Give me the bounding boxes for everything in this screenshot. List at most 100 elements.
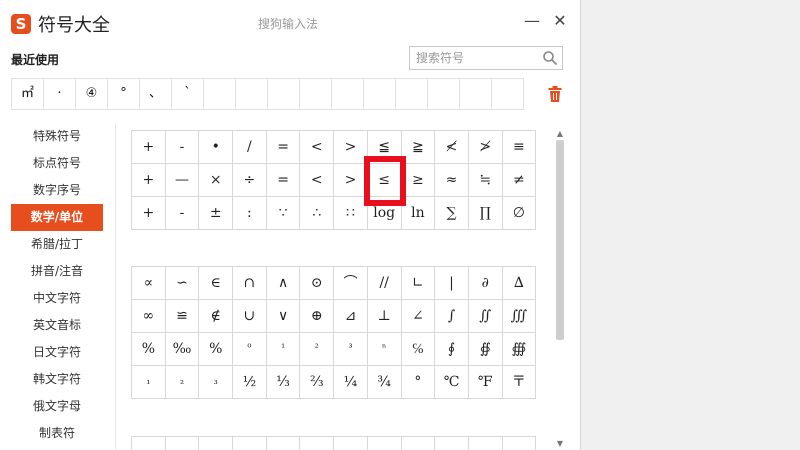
symbol-cell[interactable]: ⅔ — [300, 366, 335, 399]
recent-symbol-cell[interactable]: · — [43, 78, 76, 110]
sidebar-item-3[interactable]: 数字序号 — [11, 177, 103, 204]
symbol-cell[interactable]: ⊿ — [334, 300, 368, 333]
recent-symbol-cell[interactable] — [491, 78, 524, 110]
symbol-cell[interactable]: ∠ — [401, 300, 436, 333]
symbol-cell[interactable] — [334, 437, 368, 450]
symbol-cell[interactable]: % — [199, 333, 234, 366]
sidebar-item-1[interactable]: 特殊符号 — [11, 123, 103, 150]
symbol-cell[interactable]: ⁰ — [233, 333, 267, 366]
sidebar-item-10[interactable]: 韩文字符 — [11, 366, 103, 393]
symbol-cell[interactable]: ² — [300, 333, 335, 366]
symbol-cell[interactable] — [435, 437, 469, 450]
sidebar-item-7[interactable]: 中文字符 — [11, 285, 103, 312]
symbol-cell[interactable]: < — [300, 131, 335, 164]
symbol-cell[interactable]: > — [334, 131, 368, 164]
symbol-cell[interactable]: : — [233, 197, 267, 230]
symbol-cell[interactable] — [132, 437, 166, 450]
search-input[interactable] — [416, 50, 534, 66]
symbol-cell[interactable]: ∽ — [165, 267, 200, 300]
symbol-cell[interactable]: ∰ — [502, 333, 537, 366]
recent-symbol-cell[interactable]: ° — [107, 78, 140, 110]
recent-symbol-cell[interactable]: ㎡ — [11, 78, 44, 110]
scroll-up-arrow-icon[interactable]: ▲ — [554, 128, 566, 140]
symbol-cell[interactable]: ⁿ — [367, 333, 402, 366]
recent-symbol-cell[interactable] — [363, 78, 396, 110]
symbol-cell[interactable]: ∅ — [502, 197, 537, 230]
sidebar-item-9[interactable]: 日文字符 — [11, 339, 103, 366]
symbol-cell[interactable]: ℃ — [435, 366, 469, 399]
symbol-cell[interactable]: ∪ — [233, 300, 267, 333]
sidebar-item-4[interactable]: 数学/单位 — [11, 204, 103, 231]
close-button[interactable]: ✕ — [551, 12, 569, 30]
symbol-cell[interactable]: + — [132, 197, 166, 230]
symbol-cell[interactable]: × — [199, 164, 234, 197]
search-icon[interactable] — [542, 50, 558, 66]
symbol-cell[interactable] — [468, 437, 503, 450]
symbol-cell[interactable]: ∞ — [132, 300, 166, 333]
symbol-cell[interactable]: ≤ — [367, 164, 402, 197]
recent-symbol-cell[interactable] — [331, 78, 364, 110]
symbol-cell[interactable]: ∯ — [468, 333, 503, 366]
symbol-cell[interactable]: ∴ — [300, 197, 335, 230]
symbol-cell[interactable]: ⊕ — [300, 300, 335, 333]
scrollbar-thumb[interactable] — [556, 140, 564, 340]
symbol-cell[interactable]: ln — [401, 197, 436, 230]
symbol-cell[interactable]: ⅓ — [266, 366, 301, 399]
symbol-cell[interactable]: ÷ — [233, 164, 267, 197]
symbol-cell[interactable]: ¹ — [266, 333, 301, 366]
recent-symbol-cell[interactable] — [203, 78, 236, 110]
symbol-cell[interactable]: ≠ — [502, 164, 537, 197]
symbol-cell[interactable]: log — [367, 197, 402, 230]
recent-symbol-cell[interactable]: ` — [171, 78, 204, 110]
minimize-button[interactable]: — — [523, 12, 541, 30]
vertical-scrollbar[interactable]: ▲ ▼ — [554, 128, 566, 450]
sidebar-item-11[interactable]: 俄文字母 — [11, 393, 103, 420]
trash-icon[interactable] — [547, 85, 563, 103]
symbol-cell[interactable]: ∉ — [199, 300, 234, 333]
symbol-cell[interactable]: ≯ — [468, 131, 503, 164]
symbol-cell[interactable]: + — [132, 164, 166, 197]
symbol-cell[interactable]: ° — [401, 366, 436, 399]
symbol-cell[interactable]: — — [165, 164, 200, 197]
symbol-cell[interactable]: ½ — [233, 366, 267, 399]
sidebar-item-5[interactable]: 希腊/拉丁 — [11, 231, 103, 258]
symbol-cell[interactable]: // — [367, 267, 402, 300]
sidebar-item-2[interactable]: 标点符号 — [11, 150, 103, 177]
symbol-cell[interactable]: ∝ — [132, 267, 166, 300]
symbol-cell[interactable]: ± — [199, 197, 234, 230]
symbol-cell[interactable]: ∨ — [266, 300, 301, 333]
symbol-cell[interactable] — [233, 437, 267, 450]
sidebar-item-12[interactable]: 制表符 — [11, 420, 103, 447]
recent-symbol-cell[interactable] — [459, 78, 492, 110]
symbol-cell[interactable]: ≒ — [468, 164, 503, 197]
symbol-cell[interactable]: ⌒ — [334, 267, 368, 300]
symbol-cell[interactable]: < — [300, 164, 335, 197]
symbol-cell[interactable]: ∫ — [435, 300, 469, 333]
symbol-cell[interactable]: ₃ — [199, 366, 234, 399]
symbol-cell[interactable]: ⊙ — [300, 267, 335, 300]
recent-symbol-cell[interactable] — [235, 78, 268, 110]
symbol-cell[interactable]: > — [334, 164, 368, 197]
symbol-cell[interactable]: ‰ — [165, 333, 200, 366]
symbol-cell[interactable] — [266, 437, 301, 450]
symbol-cell[interactable]: ≦ — [367, 131, 402, 164]
symbol-cell[interactable]: ℉ — [468, 366, 503, 399]
symbol-cell[interactable]: ¼ — [334, 366, 368, 399]
symbol-cell[interactable]: ∮ — [435, 333, 469, 366]
symbol-cell[interactable]: ∭ — [502, 300, 537, 333]
symbol-cell[interactable]: ∈ — [199, 267, 234, 300]
symbol-cell[interactable]: ≧ — [401, 131, 436, 164]
symbol-cell[interactable]: ⊥ — [367, 300, 402, 333]
symbol-cell[interactable]: ₁ — [132, 366, 166, 399]
symbol-cell[interactable] — [300, 437, 335, 450]
symbol-cell[interactable]: ≮ — [435, 131, 469, 164]
symbol-cell[interactable]: ∂ — [468, 267, 503, 300]
symbol-cell[interactable] — [401, 437, 436, 450]
symbol-cell[interactable]: ∟ — [401, 267, 436, 300]
recent-symbol-cell[interactable]: ④ — [75, 78, 108, 110]
symbol-cell[interactable]: ≥ — [401, 164, 436, 197]
symbol-cell[interactable]: 〒 — [502, 366, 537, 399]
symbol-cell[interactable]: - — [165, 131, 200, 164]
recent-symbol-cell[interactable] — [267, 78, 300, 110]
symbol-cell[interactable]: ∩ — [233, 267, 267, 300]
